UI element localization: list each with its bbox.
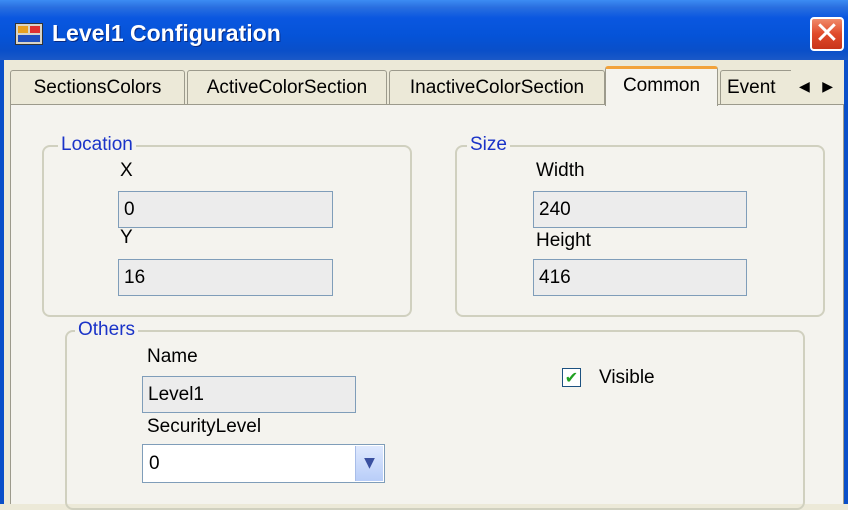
tab-common[interactable]: Common [605, 66, 718, 106]
tab-sections-colors[interactable]: SectionsColors [10, 70, 185, 104]
close-button[interactable]: ✕ [810, 17, 844, 51]
tab-inactive-color-section[interactable]: InactiveColorSection [389, 70, 605, 104]
window-frame-right [844, 60, 848, 504]
height-label: Height [536, 230, 591, 251]
size-legend: Size [467, 134, 510, 156]
security-level-value: 0 [149, 453, 160, 474]
chevron-down-icon[interactable]: ▼ [355, 446, 383, 481]
y-label: Y [120, 227, 133, 248]
window-frame-left [0, 60, 4, 504]
x-input[interactable]: 0 [118, 191, 333, 228]
security-level-label: SecurityLevel [147, 416, 262, 437]
tab-scroll-right-icon[interactable]: ▶ [822, 79, 833, 95]
visible-label[interactable]: Visible [599, 367, 655, 389]
tab-active-color-section[interactable]: ActiveColorSection [187, 70, 387, 104]
tab-event[interactable]: Event [720, 70, 795, 104]
width-label: Width [536, 160, 585, 181]
width-input[interactable]: 240 [533, 191, 747, 228]
tab-scroll-left-icon[interactable]: ◀ [799, 79, 810, 95]
visible-checkbox[interactable]: ✔ [562, 368, 581, 387]
title-bar: Level1 Configuration ✕ [0, 0, 848, 60]
tab-scroll-buttons: ◀ ▶ [791, 70, 841, 104]
app-window-icon [15, 23, 43, 45]
close-icon: ✕ [814, 16, 840, 51]
location-legend: Location [58, 134, 136, 156]
height-input[interactable]: 416 [533, 259, 747, 296]
security-level-select[interactable]: 0 ▼ [142, 444, 385, 483]
window-title: Level1 Configuration [52, 20, 281, 46]
y-input[interactable]: 16 [118, 259, 333, 296]
name-label: Name [147, 346, 198, 367]
x-label: X [120, 160, 133, 181]
name-input[interactable]: Level1 [142, 376, 356, 413]
others-legend: Others [75, 319, 139, 341]
